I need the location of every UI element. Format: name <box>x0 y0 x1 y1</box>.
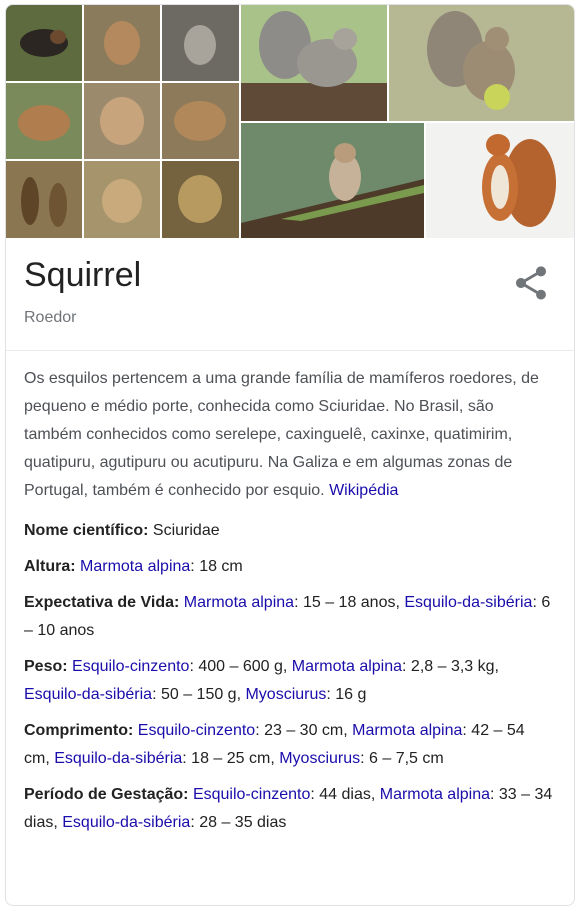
image-thumbnail[interactable] <box>241 5 387 121</box>
fact-value: : 400 – 600 g, <box>189 658 292 675</box>
fact-link[interactable]: Myosciurus <box>279 750 360 767</box>
fact-link[interactable]: Esquilo-cinzento <box>193 786 310 803</box>
image-collage-thumbnail[interactable] <box>6 5 239 238</box>
share-icon <box>516 266 546 300</box>
entity-subtitle: Roedor <box>24 309 77 326</box>
share-button[interactable] <box>511 263 551 303</box>
squirrel-image <box>389 5 574 121</box>
fact-label: Expectativa de Vida: <box>24 594 180 611</box>
description-text: Os esquilos pertencem a uma grande famíl… <box>24 370 539 499</box>
fact-value: : 50 – 150 g, <box>152 686 246 703</box>
fact-label: Nome científico: <box>24 522 149 539</box>
knowledge-panel: Squirrel Roedor Os esquilos pertencem a … <box>5 4 575 906</box>
fact-link[interactable]: Esquilo-da-sibéria <box>24 686 152 703</box>
fact-row: Altura: Marmota alpina: 18 cm <box>24 553 554 581</box>
image-thumbnail[interactable] <box>389 5 574 121</box>
fact-link[interactable]: Esquilo-da-sibéria <box>404 594 532 611</box>
fact-label: Peso: <box>24 658 68 675</box>
fact-link[interactable]: Esquilo-cinzento <box>138 722 255 739</box>
fact-row: Comprimento: Esquilo-cinzento: 23 – 30 c… <box>24 717 554 773</box>
fact-label: Comprimento: <box>24 722 134 739</box>
fact-link[interactable]: Marmota alpina <box>292 658 402 675</box>
facts-list: Nome científico: Sciuridae Altura: Marmot… <box>24 517 554 837</box>
fact-value: : 18 – 25 cm, <box>182 750 280 767</box>
image-thumbnail[interactable] <box>426 123 574 238</box>
fact-value: : 6 – 7,5 cm <box>360 750 444 767</box>
red-squirrel-image <box>426 123 574 238</box>
fact-value: : 2,8 – 3,3 kg, <box>402 658 499 675</box>
fact-value: : 23 – 30 cm, <box>255 722 353 739</box>
entity-title: Squirrel <box>24 256 142 294</box>
image-thumbnail[interactable] <box>241 123 424 238</box>
fact-value: : 15 – 18 anos, <box>294 594 405 611</box>
panel-header: Squirrel Roedor <box>6 238 574 351</box>
collage-image <box>6 5 239 238</box>
fact-link[interactable]: Myosciurus <box>245 686 326 703</box>
description: Os esquilos pertencem a uma grande famíl… <box>24 365 554 505</box>
fact-link[interactable]: Marmota alpina <box>380 786 490 803</box>
fact-link[interactable]: Marmota alpina <box>80 558 190 575</box>
fact-row: Período de Gestação: Esquilo-cinzento: 4… <box>24 781 554 837</box>
fact-link[interactable]: Esquilo-da-sibéria <box>54 750 182 767</box>
fact-row: Peso: Esquilo-cinzento: 400 – 600 g, Mar… <box>24 653 554 709</box>
fact-link[interactable]: Marmota alpina <box>184 594 294 611</box>
fact-label: Altura: <box>24 558 76 575</box>
fact-link[interactable]: Marmota alpina <box>352 722 462 739</box>
fact-row: Nome científico: Sciuridae <box>24 517 554 545</box>
fact-value: : 44 dias, <box>310 786 380 803</box>
squirrel-image <box>241 5 387 121</box>
wikipedia-link[interactable]: Wikipédia <box>329 482 398 499</box>
chipmunk-image <box>241 123 424 238</box>
fact-value: Sciuridae <box>152 522 220 539</box>
fact-value: : 28 – 35 dias <box>190 814 287 831</box>
fact-link[interactable]: Esquilo-cinzento <box>72 658 189 675</box>
fact-value: : 16 g <box>326 686 367 703</box>
fact-link[interactable]: Esquilo-da-sibéria <box>62 814 190 831</box>
panel-body: Os esquilos pertencem a uma grande famíl… <box>24 365 554 845</box>
fact-row: Expectativa de Vida: Marmota alpina: 15 … <box>24 589 554 645</box>
image-gallery <box>6 5 574 238</box>
fact-label: Período de Gestação: <box>24 786 189 803</box>
fact-value: : 18 cm <box>190 558 243 575</box>
